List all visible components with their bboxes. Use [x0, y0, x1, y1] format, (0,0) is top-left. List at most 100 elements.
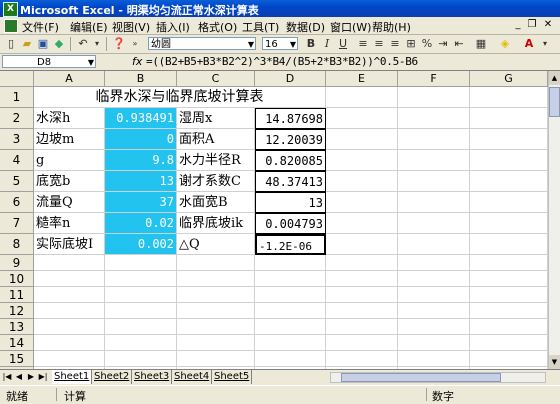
cell-g14[interactable]: [470, 335, 548, 351]
cell-c12[interactable]: [177, 303, 255, 319]
cell-e10[interactable]: [326, 271, 398, 287]
column-header-a[interactable]: A: [34, 71, 105, 87]
undo-icon[interactable]: ↶: [76, 37, 90, 51]
cell-f11[interactable]: [398, 287, 470, 303]
vertical-scrollbar[interactable]: ▲ ▼: [548, 71, 560, 369]
cell-g11[interactable]: [470, 287, 548, 303]
row-header-6[interactable]: 6: [0, 192, 34, 213]
workbook-icon[interactable]: [4, 19, 18, 33]
row-header-14[interactable]: 14: [0, 335, 34, 351]
menu-view[interactable]: 视图(V): [112, 19, 150, 35]
cell-b10[interactable]: [105, 271, 177, 287]
italic-button[interactable]: I: [320, 37, 334, 51]
horizontal-scroll-thumb[interactable]: [341, 373, 501, 382]
result-label-cell[interactable]: △Q: [177, 234, 255, 255]
result-value-cell[interactable]: 13: [255, 192, 326, 213]
cell-b12[interactable]: [105, 303, 177, 319]
result-value-cell[interactable]: -1.2E-06: [255, 234, 326, 255]
cell-g1[interactable]: [470, 87, 548, 108]
result-value-cell[interactable]: 0.820085: [255, 150, 326, 171]
cell-g15[interactable]: [470, 351, 548, 367]
underline-button[interactable]: U: [336, 37, 350, 51]
input-value-cell[interactable]: 37: [105, 192, 177, 213]
cell-g4[interactable]: [470, 150, 548, 171]
next-sheet-icon[interactable]: ▶: [26, 372, 36, 381]
first-sheet-icon[interactable]: |◀: [2, 372, 12, 381]
cell-e13[interactable]: [326, 319, 398, 335]
cell-d10[interactable]: [255, 271, 326, 287]
cell-a14[interactable]: [34, 335, 105, 351]
row-header-15[interactable]: 15: [0, 351, 34, 367]
new-icon[interactable]: ▯: [4, 37, 18, 51]
row-header-5[interactable]: 5: [0, 171, 34, 192]
cell-a10[interactable]: [34, 271, 105, 287]
result-value-cell[interactable]: 14.87698: [255, 108, 326, 129]
scroll-up-icon[interactable]: ▲: [549, 71, 560, 85]
cell-f8[interactable]: [398, 234, 470, 255]
scroll-down-icon[interactable]: ▼: [549, 355, 560, 369]
result-label-cell[interactable]: 水面宽B: [177, 192, 255, 213]
cell-e5[interactable]: [326, 171, 398, 192]
cell-e11[interactable]: [326, 287, 398, 303]
cell-a11[interactable]: [34, 287, 105, 303]
cell-d12[interactable]: [255, 303, 326, 319]
menu-edit[interactable]: 编辑(E): [70, 19, 108, 35]
result-label-cell[interactable]: 谢才系数C: [177, 171, 255, 192]
cell-d11[interactable]: [255, 287, 326, 303]
tab-sheet4[interactable]: Sheet4: [172, 370, 213, 384]
font-name-select[interactable]: 幼圆 ▼: [148, 37, 256, 50]
cell-g5[interactable]: [470, 171, 548, 192]
cell-e7[interactable]: [326, 213, 398, 234]
input-value-cell[interactable]: 0.938491: [105, 108, 177, 129]
input-value-cell[interactable]: 0.002: [105, 234, 177, 255]
row-header-2[interactable]: 2: [0, 108, 34, 129]
minimize-icon[interactable]: _: [512, 19, 524, 30]
menu-data[interactable]: 数据(D): [286, 19, 325, 35]
font-color-dropdown-icon[interactable]: ▾: [538, 37, 552, 51]
cell-a13[interactable]: [34, 319, 105, 335]
cell-f4[interactable]: [398, 150, 470, 171]
cell-c11[interactable]: [177, 287, 255, 303]
cell-e6[interactable]: [326, 192, 398, 213]
save-icon[interactable]: ▣: [36, 37, 50, 51]
cell-f7[interactable]: [398, 213, 470, 234]
cell-b11[interactable]: [105, 287, 177, 303]
help-icon[interactable]: ❓: [112, 37, 126, 51]
cell-g13[interactable]: [470, 319, 548, 335]
align-left-icon[interactable]: ≡: [356, 37, 370, 51]
tab-sheet1[interactable]: Sheet1: [52, 370, 93, 384]
column-header-e[interactable]: E: [326, 71, 398, 87]
cell-f5[interactable]: [398, 171, 470, 192]
menu-help[interactable]: 帮助(H): [372, 19, 411, 35]
cell-f3[interactable]: [398, 129, 470, 150]
row-header-8[interactable]: 8: [0, 234, 34, 255]
cell-c9[interactable]: [177, 255, 255, 271]
cell-e8[interactable]: [326, 234, 398, 255]
row-header-9[interactable]: 9: [0, 255, 34, 271]
result-value-cell[interactable]: 0.004793: [255, 213, 326, 234]
label-cell[interactable]: 底宽b: [34, 171, 105, 192]
table-title[interactable]: 临界水深与临界底坡计算表: [34, 87, 326, 108]
label-cell[interactable]: g: [34, 150, 105, 171]
row-header-7[interactable]: 7: [0, 213, 34, 234]
restore-icon[interactable]: ❐: [526, 19, 538, 30]
row-header-3[interactable]: 3: [0, 129, 34, 150]
label-cell[interactable]: 流量Q: [34, 192, 105, 213]
cell-e9[interactable]: [326, 255, 398, 271]
result-label-cell[interactable]: 面积A: [177, 129, 255, 150]
cell-f15[interactable]: [398, 351, 470, 367]
worksheet-grid[interactable]: A B C D E F G 12345678910111213141516临界水…: [0, 71, 548, 369]
column-header-d[interactable]: D: [255, 71, 326, 87]
tab-sheet5[interactable]: Sheet5: [212, 370, 253, 384]
result-label-cell[interactable]: 水力半径R: [177, 150, 255, 171]
horizontal-scrollbar[interactable]: [330, 372, 546, 383]
column-header-f[interactable]: F: [398, 71, 470, 87]
input-value-cell[interactable]: 0: [105, 129, 177, 150]
cell-c15[interactable]: [177, 351, 255, 367]
align-right-icon[interactable]: ≡: [388, 37, 402, 51]
cell-g6[interactable]: [470, 192, 548, 213]
last-sheet-icon[interactable]: ▶|: [38, 372, 48, 381]
cell-f2[interactable]: [398, 108, 470, 129]
cell-f13[interactable]: [398, 319, 470, 335]
fx-label[interactable]: fx: [132, 55, 142, 68]
